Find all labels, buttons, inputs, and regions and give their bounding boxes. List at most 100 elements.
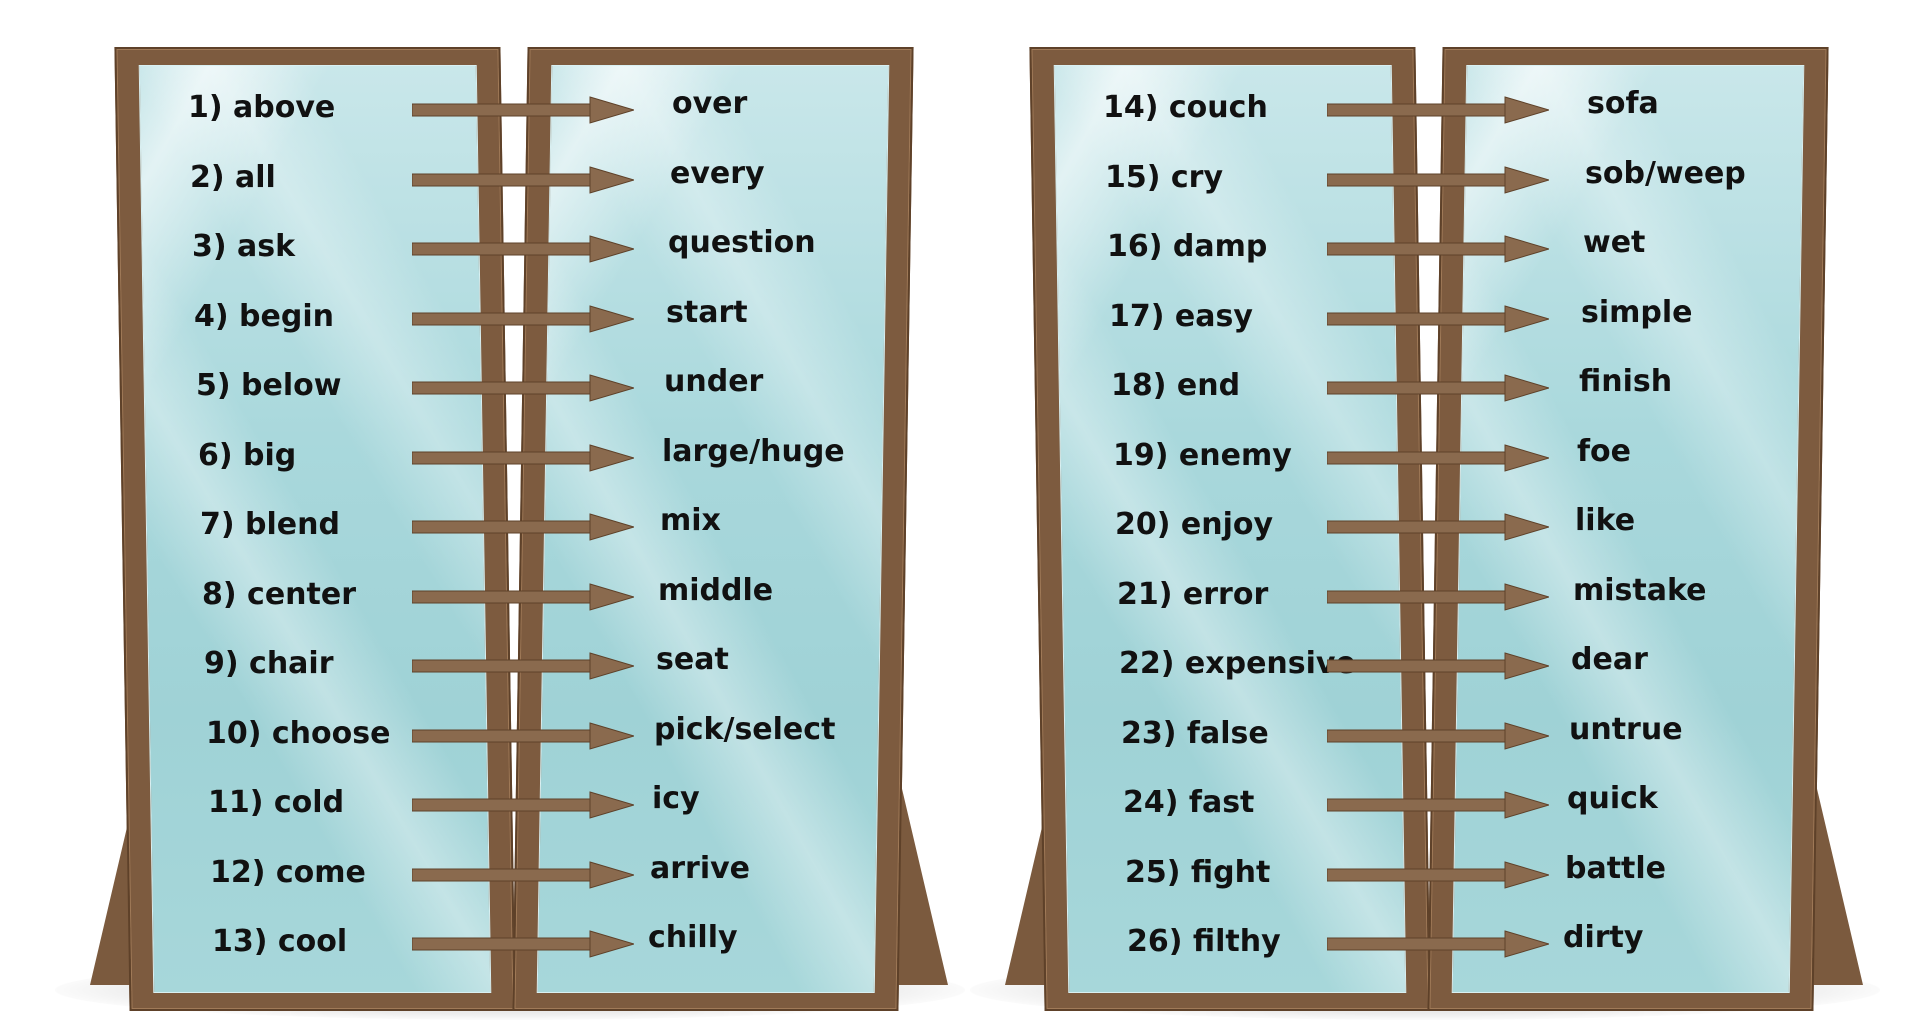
- right-arrow-icon: [412, 165, 634, 194]
- right-arrow-icon: [1327, 930, 1549, 958]
- word-label: 19) enemy: [1113, 437, 1292, 473]
- word-label: 3) ask: [192, 229, 296, 264]
- synonym-label: seat: [656, 642, 729, 677]
- pair-list: 14) couch sofa 15) cry sob/weep 16) damp wet 1…: [915, 0, 1875, 1034]
- pair-row: 20) enjoy like: [915, 503, 1875, 545]
- word-label: 8) center: [202, 576, 356, 612]
- right-arrow-icon: [1327, 96, 1549, 124]
- right-arrow-icon: [412, 443, 634, 472]
- right-arrow-icon: [1327, 721, 1549, 750]
- synonym-stand-2: 14) couch sofa 15) cry sob/weep 16) damp wet 1…: [915, 0, 1880, 1034]
- synonym-label: dirty: [1563, 920, 1644, 955]
- synonym-label: large/huge: [662, 433, 845, 469]
- right-arrow-icon: [412, 235, 634, 263]
- synonym-stand-1: 1) above over 2) all every 3) ask question 4) …: [0, 0, 965, 1034]
- word-label: 5) below: [196, 368, 342, 403]
- synonym-label: mix: [660, 503, 721, 538]
- word-label: 11) cold: [208, 785, 345, 820]
- word-label: 9) chair: [204, 646, 334, 681]
- pair-row: 25) fight battle: [915, 851, 1875, 893]
- synonym-label: every: [670, 155, 765, 191]
- word-label: 20) enjoy: [1115, 507, 1274, 542]
- right-arrow-icon: [412, 652, 634, 680]
- pair-list: 1) above over 2) all every 3) ask question 4) …: [0, 0, 960, 1034]
- word-label: 23) false: [1121, 715, 1269, 751]
- pair-row: 17) easy simple: [915, 295, 1875, 337]
- right-arrow-icon: [1327, 443, 1549, 472]
- right-arrow-icon: [412, 96, 634, 124]
- pair-row: 11) cold icy: [0, 781, 960, 823]
- right-arrow-icon: [412, 374, 634, 402]
- right-arrow-icon: [412, 582, 634, 611]
- word-label: 25) fight: [1125, 854, 1271, 890]
- synonym-label: icy: [652, 781, 700, 816]
- pair-row: 19) enemy foe: [915, 434, 1875, 476]
- word-label: 6) big: [198, 437, 297, 473]
- word-label: 17) easy: [1109, 298, 1253, 334]
- word-label: 21) error: [1117, 576, 1269, 612]
- pair-row: 23) false untrue: [915, 712, 1875, 754]
- word-label: 4) begin: [194, 298, 334, 334]
- word-label: 1) above: [188, 90, 336, 125]
- right-arrow-icon: [412, 930, 634, 958]
- synonym-label: middle: [658, 572, 774, 608]
- synonym-label: foe: [1577, 433, 1632, 469]
- pair-row: 14) couch sofa: [915, 86, 1875, 128]
- pair-row: 5) below under: [0, 364, 960, 406]
- synonym-label: question: [668, 225, 816, 260]
- word-label: 22) expensive: [1119, 646, 1356, 681]
- synonym-label: finish: [1579, 364, 1673, 399]
- pair-row: 6) big large/huge: [0, 434, 960, 476]
- pair-row: 10) choose pick/select: [0, 712, 960, 754]
- word-label: 15) cry: [1105, 159, 1224, 195]
- synonym-label: over: [672, 86, 748, 121]
- pair-row: 8) center middle: [0, 573, 960, 615]
- synonym-label: battle: [1565, 850, 1667, 886]
- synonym-label: wet: [1583, 225, 1646, 260]
- synonym-label: dear: [1571, 642, 1648, 677]
- pair-row: 12) come arrive: [0, 851, 960, 893]
- synonym-label: under: [664, 364, 764, 399]
- right-arrow-icon: [1327, 304, 1549, 333]
- right-arrow-icon: [1327, 860, 1549, 889]
- synonym-label: chilly: [648, 920, 738, 955]
- right-arrow-icon: [1327, 165, 1549, 194]
- word-label: 2) all: [190, 159, 276, 195]
- synonym-label: mistake: [1573, 572, 1707, 608]
- synonym-label: untrue: [1569, 711, 1683, 747]
- synonym-label: simple: [1581, 294, 1693, 330]
- right-arrow-icon: [1327, 791, 1549, 819]
- pair-row: 13) cool chilly: [0, 920, 960, 962]
- synonym-label: arrive: [650, 850, 751, 886]
- synonym-label: sofa: [1587, 86, 1659, 121]
- synonym-label: quick: [1567, 781, 1658, 816]
- pair-row: 24) fast quick: [915, 781, 1875, 823]
- word-label: 24) fast: [1123, 785, 1255, 820]
- pair-row: 1) above over: [0, 86, 960, 128]
- word-label: 26) filthy: [1127, 924, 1281, 959]
- pair-row: 2) all every: [0, 156, 960, 198]
- right-arrow-icon: [1327, 374, 1549, 402]
- pair-row: 3) ask question: [0, 225, 960, 267]
- synonym-label: sob/weep: [1585, 155, 1746, 191]
- right-arrow-icon: [1327, 513, 1549, 541]
- pair-row: 4) begin start: [0, 295, 960, 337]
- right-arrow-icon: [412, 304, 634, 333]
- word-label: 10) choose: [206, 715, 391, 751]
- right-arrow-icon: [1327, 582, 1549, 611]
- word-label: 16) damp: [1107, 229, 1268, 264]
- pair-row: 15) cry sob/weep: [915, 156, 1875, 198]
- right-arrow-icon: [412, 860, 634, 889]
- word-label: 7) blend: [200, 507, 340, 542]
- synonym-poster: 1) above over 2) all every 3) ask question 4) …: [0, 0, 1920, 1034]
- synonym-label: like: [1575, 503, 1636, 538]
- right-arrow-icon: [1327, 235, 1549, 263]
- pair-row: 18) end finish: [915, 364, 1875, 406]
- right-arrow-icon: [412, 513, 634, 541]
- right-arrow-icon: [412, 791, 634, 819]
- synonym-label: start: [666, 294, 748, 330]
- synonym-label: pick/select: [654, 711, 836, 747]
- pair-row: 16) damp wet: [915, 225, 1875, 267]
- pair-row: 7) blend mix: [0, 503, 960, 545]
- right-arrow-icon: [412, 721, 634, 750]
